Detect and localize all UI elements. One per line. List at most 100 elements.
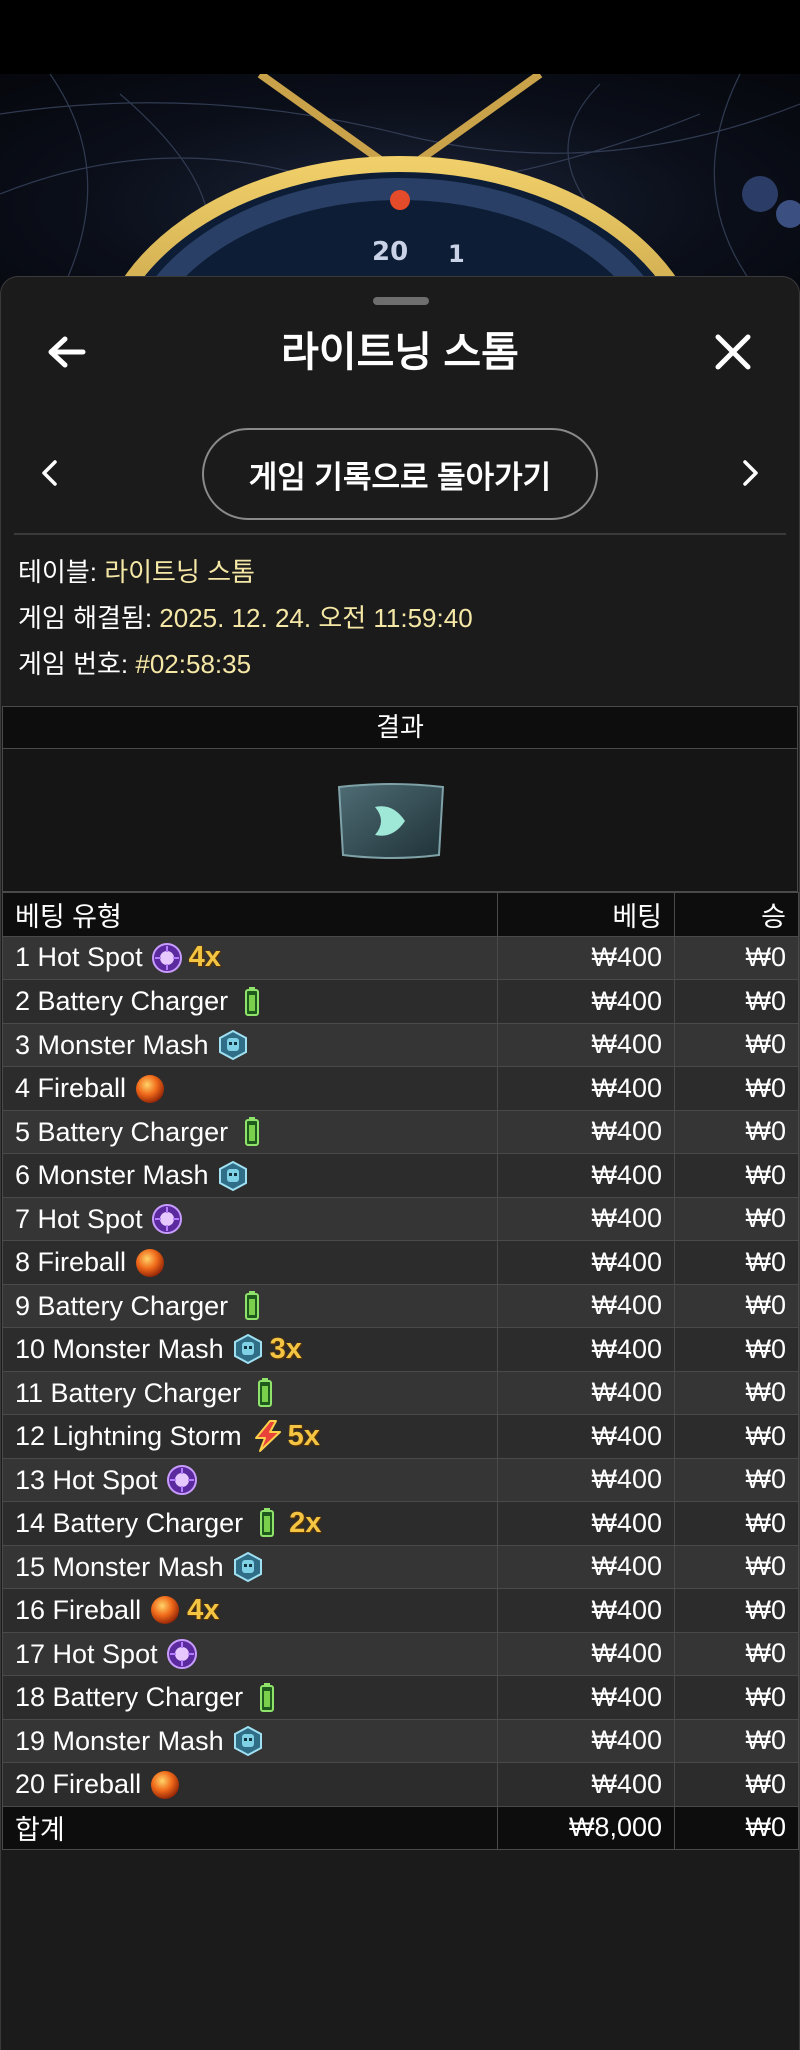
table-row: 18 Battery Charger ₩400 ₩0 bbox=[2, 1675, 799, 1720]
table-row: 1 Hot Spot 4x ₩400 ₩0 bbox=[2, 935, 799, 980]
monster-icon bbox=[232, 1333, 264, 1365]
next-game-button[interactable] bbox=[736, 450, 766, 496]
bet-type-label: 10 Monster Mash bbox=[15, 1333, 224, 1364]
chevron-left-icon bbox=[42, 460, 57, 486]
bet-type-cell: 12 Lightning Storm 5x bbox=[2, 1414, 498, 1459]
divider bbox=[14, 533, 786, 535]
svg-text:20: 20 bbox=[372, 237, 408, 267]
header-bet-type: 베팅 유형 bbox=[2, 892, 498, 937]
win-amount: ₩0 bbox=[674, 1109, 799, 1154]
bet-type-label: 8 Fireball bbox=[15, 1247, 127, 1278]
bet-type-label: 9 Battery Charger bbox=[15, 1290, 229, 1321]
result-panel bbox=[2, 749, 798, 892]
win-amount: ₩0 bbox=[674, 1370, 799, 1415]
table-row: 2 Battery Charger ₩400 ₩0 bbox=[2, 979, 799, 1024]
bet-type-cell: 16 Fireball 4x bbox=[2, 1588, 498, 1633]
bet-type-label: 6 Monster Mash bbox=[15, 1160, 209, 1191]
bet-type-cell: 3 Monster Mash bbox=[2, 1022, 498, 1067]
bet-type-label: 13 Hot Spot bbox=[15, 1464, 158, 1495]
bet-type-label: 12 Lightning Storm bbox=[15, 1420, 242, 1451]
table-row: 9 Battery Charger ₩400 ₩0 bbox=[2, 1283, 799, 1328]
bet-type-label: 17 Hot Spot bbox=[15, 1638, 158, 1669]
bet-amount: ₩400 bbox=[497, 1196, 675, 1241]
page-title: 라이트닝 스톰 bbox=[281, 329, 519, 375]
bet-type-cell: 18 Battery Charger bbox=[2, 1675, 498, 1720]
game-number-value: #02:58:35 bbox=[135, 649, 252, 679]
bet-type-cell: 1 Hot Spot 4x bbox=[2, 935, 498, 980]
bet-type-label: 3 Monster Mash bbox=[15, 1029, 209, 1060]
bet-type-cell: 13 Hot Spot bbox=[2, 1457, 498, 1502]
table-row: 20 Fireball ₩400 ₩0 bbox=[2, 1762, 799, 1807]
bet-amount: ₩400 bbox=[497, 979, 675, 1024]
close-icon bbox=[715, 334, 751, 370]
header-win: 승 bbox=[674, 892, 799, 937]
status-bar bbox=[0, 0, 800, 74]
win-amount: ₩0 bbox=[674, 1066, 799, 1111]
win-amount: ₩0 bbox=[674, 1414, 799, 1459]
bet-type-label: 7 Hot Spot bbox=[15, 1203, 143, 1234]
win-amount: ₩0 bbox=[674, 1544, 799, 1589]
bet-type-label: 15 Monster Mash bbox=[15, 1551, 224, 1582]
table-row: 19 Monster Mash ₩400 ₩0 bbox=[2, 1718, 799, 1763]
bet-amount: ₩400 bbox=[497, 1544, 675, 1589]
bet-type-label: 1 Hot Spot bbox=[15, 942, 143, 973]
win-amount: ₩0 bbox=[674, 1457, 799, 1502]
bet-type-label: 4 Fireball bbox=[15, 1073, 127, 1104]
table-row: 13 Hot Spot ₩400 ₩0 bbox=[2, 1457, 799, 1502]
multiplier-badge: 4x bbox=[188, 941, 221, 974]
chevron-right-icon bbox=[743, 460, 758, 486]
bet-amount: ₩400 bbox=[497, 1762, 675, 1807]
bet-amount: ₩400 bbox=[497, 1414, 675, 1459]
fireball-icon bbox=[149, 1769, 181, 1801]
win-amount: ₩0 bbox=[674, 1283, 799, 1328]
win-amount: ₩0 bbox=[674, 935, 799, 980]
monster-icon bbox=[217, 1160, 249, 1192]
multiplier-badge: 5x bbox=[287, 1419, 320, 1452]
drag-handle[interactable] bbox=[373, 297, 429, 305]
table-row: 3 Monster Mash ₩400 ₩0 bbox=[2, 1022, 799, 1067]
total-row: 합계 ₩8,000 ₩0 bbox=[2, 1805, 799, 1850]
fireball-icon bbox=[134, 1073, 166, 1105]
win-amount: ₩0 bbox=[674, 979, 799, 1024]
table-header-row: 베팅 유형 베팅 승 bbox=[2, 892, 799, 937]
total-bet: ₩8,000 bbox=[497, 1805, 675, 1850]
bet-type-cell: 20 Fireball bbox=[2, 1762, 498, 1807]
table-value: 라이트닝 스톰 bbox=[104, 557, 255, 587]
bet-amount: ₩400 bbox=[497, 1588, 675, 1633]
bet-type-cell: 14 Battery Charger 2x bbox=[2, 1501, 498, 1546]
bet-type-cell: 2 Battery Charger bbox=[2, 979, 498, 1024]
win-amount: ₩0 bbox=[674, 1022, 799, 1067]
bet-amount: ₩400 bbox=[497, 1153, 675, 1198]
back-to-history-button[interactable]: 게임 기록으로 돌아가기 bbox=[202, 428, 598, 520]
fireball-icon bbox=[134, 1247, 166, 1279]
multiplier-badge: 4x bbox=[187, 1593, 220, 1626]
table-row: 6 Monster Mash ₩400 ₩0 bbox=[2, 1153, 799, 1198]
battery-icon bbox=[236, 986, 268, 1018]
win-amount: ₩0 bbox=[674, 1240, 799, 1285]
win-amount: ₩0 bbox=[674, 1675, 799, 1720]
back-button[interactable] bbox=[42, 324, 92, 380]
bet-type-cell: 6 Monster Mash bbox=[2, 1153, 498, 1198]
table-row: 16 Fireball 4x ₩400 ₩0 bbox=[2, 1588, 799, 1633]
total-win: ₩0 bbox=[674, 1805, 799, 1850]
game-video-background: 20 1 bbox=[0, 74, 800, 294]
table-row: 14 Battery Charger 2x ₩400 ₩0 bbox=[2, 1501, 799, 1546]
win-amount: ₩0 bbox=[674, 1588, 799, 1633]
total-label: 합계 bbox=[2, 1805, 498, 1850]
table-row: 8 Fireball ₩400 ₩0 bbox=[2, 1240, 799, 1285]
previous-game-button[interactable] bbox=[34, 450, 64, 496]
monster-icon bbox=[217, 1029, 249, 1061]
bet-amount: ₩400 bbox=[497, 1109, 675, 1154]
table-row: 15 Monster Mash ₩400 ₩0 bbox=[2, 1544, 799, 1589]
hot-spot-icon bbox=[166, 1638, 198, 1670]
fireball-icon bbox=[149, 1594, 181, 1626]
close-button[interactable] bbox=[708, 324, 758, 380]
resolved-value: 2025. 12. 24. 오전 11:59:40 bbox=[159, 603, 473, 633]
win-amount: ₩0 bbox=[674, 1196, 799, 1241]
battery-icon bbox=[251, 1507, 283, 1539]
bet-amount: ₩400 bbox=[497, 1718, 675, 1763]
bet-amount: ₩400 bbox=[497, 1457, 675, 1502]
bet-type-cell: 5 Battery Charger bbox=[2, 1109, 498, 1154]
table-row: 4 Fireball ₩400 ₩0 bbox=[2, 1066, 799, 1111]
monster-icon bbox=[232, 1725, 264, 1757]
